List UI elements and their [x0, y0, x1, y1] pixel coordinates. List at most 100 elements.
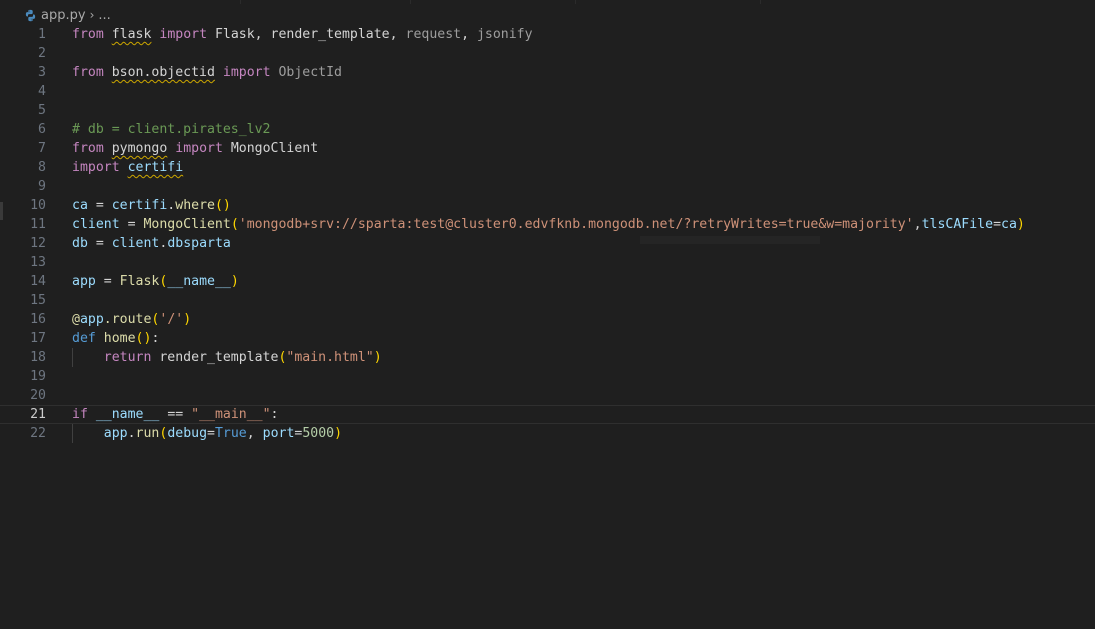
code-line[interactable]: 9 [0, 177, 1095, 196]
code-line[interactable]: 2 [0, 44, 1095, 63]
code-line[interactable]: 18 return render_template("main.html") [0, 348, 1095, 367]
line-text[interactable]: def home(): [72, 329, 159, 348]
code-token: jsonify [476, 27, 533, 42]
code-line[interactable]: 4 [0, 82, 1095, 101]
code-token: = [207, 426, 215, 441]
line-number: 20 [30, 388, 46, 403]
code-token: ) [230, 274, 239, 289]
code-token: () [135, 331, 152, 346]
line-text[interactable]: app.run(debug=True, port=5000) [72, 424, 342, 443]
line-number: 14 [30, 274, 46, 289]
line-text[interactable]: from bson.objectid import ObjectId [72, 63, 342, 82]
code-token: __name__ [167, 274, 231, 289]
code-token: tlsCAFile [921, 217, 994, 232]
line-number: 4 [38, 84, 46, 99]
code-token: return [103, 350, 152, 365]
code-token: app [72, 274, 96, 289]
code-token: , [246, 426, 263, 441]
code-line[interactable]: 20 [0, 386, 1095, 405]
code-line[interactable]: 7 from pymongo import MongoClient [0, 139, 1095, 158]
code-token: bson.objectid [111, 65, 215, 80]
line-number: 2 [38, 46, 46, 61]
code-token: ObjectId [278, 65, 343, 80]
code-token: = [119, 217, 144, 232]
code-token: , [461, 27, 477, 42]
code-line[interactable]: 12 db = client.dbsparta [0, 234, 1095, 253]
code-line[interactable]: 10 ca = certifi.where() [0, 196, 1095, 215]
line-text[interactable]: import certifi [72, 158, 183, 177]
line-number: 9 [38, 179, 46, 194]
code-line[interactable]: 17 def home(): [0, 329, 1095, 348]
code-token: import [159, 27, 208, 42]
code-editor[interactable]: app.py › ... 1 from flask import Flask, r… [0, 0, 1095, 629]
line-text[interactable]: from flask import Flask, render_template… [72, 25, 533, 44]
line-text[interactable]: app = Flask(__name__) [72, 272, 239, 291]
code-token: : [270, 407, 279, 422]
code-line[interactable]: 15 [0, 291, 1095, 310]
code-line[interactable]: 1 from flask import Flask, render_templat… [0, 25, 1095, 44]
code-line[interactable]: 3 from bson.objectid import ObjectId [0, 63, 1095, 82]
line-text[interactable]: client = MongoClient('mongodb+srv://spar… [72, 215, 1025, 234]
line-number: 7 [38, 141, 46, 156]
code-token: import [222, 65, 271, 80]
line-text[interactable]: @app.route('/') [72, 310, 191, 329]
code-token: run [135, 426, 160, 441]
code-line[interactable]: 6 # db = client.pirates_lv2 [0, 120, 1095, 139]
breadcrumb-more[interactable]: ... [98, 8, 110, 23]
code-line[interactable]: 21 if __name__ == "__main__": [0, 405, 1095, 424]
code-line[interactable]: 16 @app.route('/') [0, 310, 1095, 329]
code-token: = [87, 236, 112, 251]
code-token: MongoClient [143, 217, 231, 232]
code-token: import [72, 160, 120, 175]
line-number: 15 [30, 293, 46, 308]
tab-bar-edge [0, 0, 1095, 4]
code-token: home [103, 331, 136, 346]
code-token: . [127, 426, 136, 441]
code-token: app [103, 426, 128, 441]
code-token: '/' [159, 312, 184, 327]
line-text[interactable]: # db = client.pirates_lv2 [72, 120, 271, 139]
code-line[interactable]: 13 [0, 253, 1095, 272]
line-text[interactable]: from pymongo import MongoClient [72, 139, 318, 158]
code-line[interactable]: 11 client = MongoClient('mongodb+srv://sp… [0, 215, 1095, 234]
breadcrumb[interactable]: app.py › ... [24, 6, 111, 24]
code-token: Flask, render_template, [207, 27, 406, 42]
code-line[interactable]: 14 app = Flask(__name__) [0, 272, 1095, 291]
code-token: import [175, 141, 223, 156]
code-lines[interactable]: 1 from flask import Flask, render_templat… [0, 25, 1095, 443]
code-token: from [72, 141, 104, 156]
code-token: pymongo [111, 141, 168, 156]
line-text[interactable]: return render_template("main.html") [72, 348, 382, 367]
code-line[interactable]: 22 app.run(debug=True, port=5000) [0, 424, 1095, 443]
code-token: if [72, 407, 88, 422]
code-line[interactable]: 19 [0, 367, 1095, 386]
line-text[interactable]: db = client.dbsparta [72, 234, 231, 253]
code-token: "__main__" [191, 407, 271, 422]
code-token: dbsparta [167, 236, 231, 251]
code-token: render_template [151, 350, 279, 365]
code-token: ca [72, 198, 88, 213]
code-token: 'mongodb+srv://sparta:test@cluster0.edvf… [238, 217, 914, 232]
code-token: request [405, 27, 462, 42]
code-token: from [72, 65, 104, 80]
code-token: ) [1016, 217, 1025, 232]
line-number: 6 [38, 122, 46, 137]
code-line[interactable]: 5 [0, 101, 1095, 120]
code-token: 5000 [302, 426, 335, 441]
code-token: ) [373, 350, 382, 365]
line-text[interactable]: if __name__ == "__main__": [72, 406, 279, 423]
code-token: __name__ [95, 407, 160, 422]
code-token: = [87, 198, 112, 213]
code-token: : [151, 331, 160, 346]
breadcrumb-file[interactable]: app.py [41, 8, 86, 23]
line-number: 1 [38, 27, 46, 42]
line-text[interactable]: ca = certifi.where() [72, 196, 231, 215]
line-number: 19 [30, 369, 46, 384]
code-line[interactable]: 8 import certifi [0, 158, 1095, 177]
